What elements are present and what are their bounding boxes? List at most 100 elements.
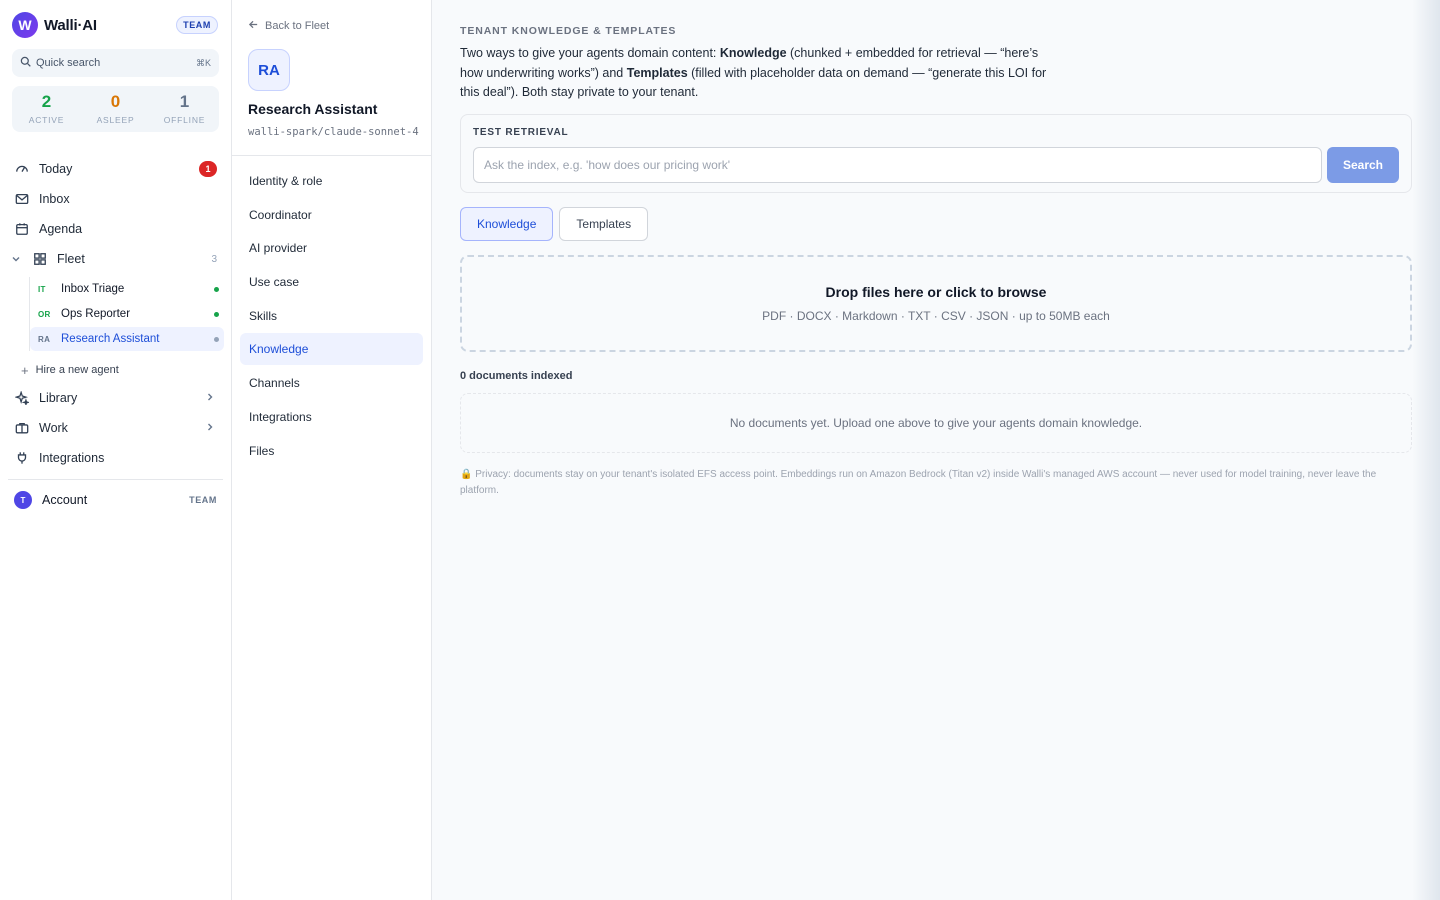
back-label: Back to Fleet [265,20,330,32]
status-dot [214,286,219,292]
nav-label: Agenda [39,222,83,236]
brand[interactable]: W Walli·AI TEAM [12,12,219,38]
nav-label: Today [39,162,73,176]
settings-item-ai-provider[interactable]: AI provider [240,232,423,264]
privacy-text: Privacy: documents stay on your tenant's… [460,469,1377,496]
test-retrieval-label: TEST RETRIEVAL [473,127,569,138]
nav-item-library[interactable]: Library [12,383,219,413]
agent-model: walli-spark/claude-sonnet-4 [248,126,419,138]
retrieval-query-input[interactable] [473,147,1322,183]
tab-templates[interactable]: Templates [559,207,649,241]
fleet-agent-ops-reporter[interactable]: OR Ops Reporter [30,302,224,326]
status-dot [214,311,219,317]
desc-knowledge: Knowledge [719,46,787,60]
settings-item-knowledge[interactable]: Knowledge [240,333,423,366]
quick-search[interactable]: Quick search ⌘K [12,49,219,77]
desc-templates: Templates [626,65,688,80]
sidebar: W Walli·AI TEAM Quick search ⌘K 2 ACTIVE… [0,0,232,900]
plan-badge: TEAM [176,16,218,34]
today-count-badge: 1 [199,161,217,177]
settings-item-identity[interactable]: Identity & role [240,165,423,197]
file-dropzone[interactable]: Drop files here or click to browse PDF ·… [460,255,1412,352]
back-to-fleet-link[interactable]: Back to Fleet [248,19,329,33]
stat-offline[interactable]: 1 OFFLINE [150,93,219,126]
quick-search-shortcut: ⌘K [195,57,211,68]
lock-icon: 🔒 [460,469,473,480]
agent-name: Ops Reporter [61,308,131,320]
status-dot [214,336,219,342]
stat-active[interactable]: 2 ACTIVE [12,92,81,126]
nav-item-integrations[interactable]: Integrations [12,443,219,473]
agent-initials: IT [38,284,46,294]
desc-part: Two ways to give your agents domain cont… [460,46,720,60]
chevron-right-icon [205,391,215,405]
stat-label: ACTIVE [28,115,65,125]
privacy-note: 🔒 Privacy: documents stay on your tenant… [460,467,1412,498]
nav-item-inbox[interactable]: Inbox [12,184,219,214]
stat-label: OFFLINE [163,115,206,125]
hire-label: Hire a new agent [35,364,119,376]
settings-item-skills[interactable]: Skills [240,300,423,332]
nav-item-work[interactable]: Work [12,413,219,443]
settings-item-integrations[interactable]: Integrations [240,401,423,433]
agent-initials: RA [38,334,51,344]
main-nav: Today 1 Inbox Agenda Fleet 3 IT Inbox Tr… [8,154,224,514]
nav-label: Library [39,391,78,405]
nav-item-fleet[interactable]: Fleet 3 [12,244,219,274]
settings-item-coordinator[interactable]: Coordinator [240,199,423,231]
settings-item-channels[interactable]: Channels [240,367,423,399]
nav-label: Integrations [39,451,105,465]
settings-item-files[interactable]: Files [240,435,423,467]
account-label: Account [42,493,88,507]
settings-item-use-case[interactable]: Use case [240,266,423,298]
quick-search-label: Quick search [36,57,101,69]
plug-icon [14,450,30,466]
brand-name: Walli·AI [44,16,97,34]
empty-state: No documents yet. Upload one above to gi… [460,393,1412,453]
tab-knowledge[interactable]: Knowledge [460,207,554,241]
fleet-count: 3 [211,253,217,265]
search-button[interactable]: Search [1327,147,1399,183]
divider [232,155,431,156]
briefcase-icon [14,420,30,436]
section-kicker: TENANT KNOWLEDGE & TEMPLATES [460,25,677,37]
agent-title: Research Assistant [248,101,378,117]
stat-label: ASLEEP [96,115,135,125]
grid-icon [32,251,48,267]
section-description: Two ways to give your agents domain cont… [460,44,1060,103]
sparkle-icon [14,390,30,406]
hire-agent-button[interactable]: + Hire a new agent [21,357,219,383]
nav-label: Work [39,421,68,435]
calendar-icon [14,221,30,237]
agent-name: Research Assistant [61,333,160,345]
dropzone-title: Drop files here or click to browse [825,284,1047,300]
documents-count: 0 documents indexed [460,370,573,382]
brand-logo: W [12,12,38,38]
agent-settings-panel: Back to Fleet RA Research Assistant wall… [232,0,432,900]
avatar: T [14,491,32,509]
content-tabs: Knowledge Templates [460,207,649,241]
nav-item-agenda[interactable]: Agenda [12,214,219,244]
divider [8,479,223,480]
nav-label: Fleet [57,252,85,266]
chevron-right-icon [205,421,215,435]
test-retrieval-card: TEST RETRIEVAL Search [460,114,1412,193]
fleet-stats: 2 ACTIVE 0 ASLEEP 1 OFFLINE [12,86,219,132]
arrow-left-icon [248,19,259,33]
chevron-down-icon[interactable] [11,253,21,267]
account-menu[interactable]: T Account TEAM [12,486,219,514]
search-icon [20,56,31,70]
stat-asleep[interactable]: 0 ASLEEP [81,93,150,126]
agent-avatar: RA [248,49,290,91]
scroll-shadow [1412,0,1440,900]
dropzone-hint: PDF · DOCX · Markdown · TXT · CSV · JSON… [762,309,1110,323]
gauge-icon [14,161,30,177]
fleet-agent-research-assistant[interactable]: RA Research Assistant [30,327,224,351]
stat-value: 2 [41,92,52,111]
nav-label: Inbox [39,192,70,206]
knowledge-main: TENANT KNOWLEDGE & TEMPLATES Two ways to… [432,0,1440,900]
mail-icon [14,191,30,207]
nav-item-today[interactable]: Today 1 [12,154,219,184]
fleet-agent-inbox-triage[interactable]: IT Inbox Triage [30,277,224,301]
agent-name: Inbox Triage [61,283,125,295]
